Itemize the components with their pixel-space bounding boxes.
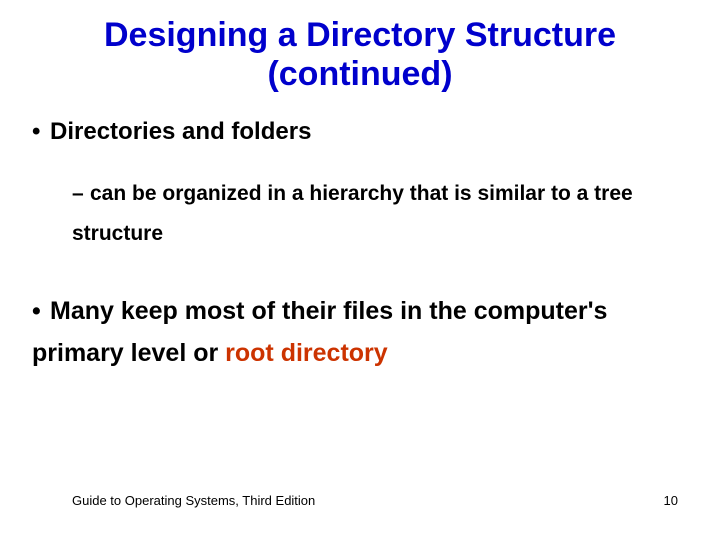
bullet-dot-icon: • (32, 290, 50, 333)
bullet-main-2: •Many keep most of their files in the co… (32, 290, 680, 375)
footer-left: Guide to Operating Systems, Third Editio… (72, 493, 315, 508)
bullet-dot-icon: • (32, 118, 50, 146)
slide-title: Designing a Directory Structure (continu… (30, 16, 690, 94)
dash-icon: – (72, 174, 90, 214)
page-number: 10 (664, 493, 678, 508)
bullet-main-1-text: Directories and folders (50, 118, 311, 145)
bullet-main-2-highlight: root directory (225, 339, 388, 367)
sub-bullet-1: –can be organized in a hierarchy that is… (72, 174, 680, 254)
bullet-main-1: •Directories and folders (32, 118, 690, 146)
footer: Guide to Operating Systems, Third Editio… (72, 493, 678, 508)
slide: Designing a Directory Structure (continu… (0, 0, 720, 540)
sub-bullet-1-text: can be organized in a hierarchy that is … (72, 182, 633, 245)
